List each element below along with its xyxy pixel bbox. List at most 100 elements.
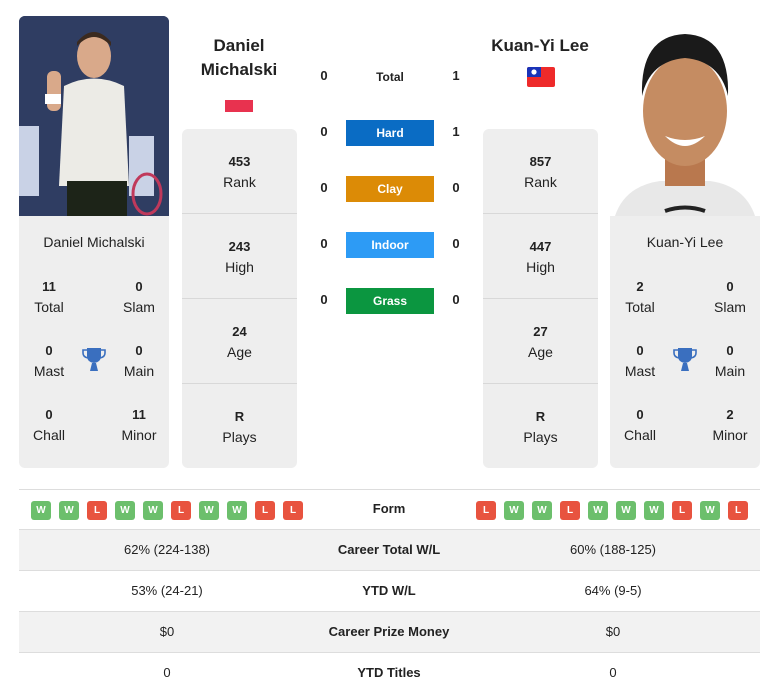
form-badge-win[interactable]: W: [532, 501, 552, 520]
flag-taiwan-icon: [527, 67, 555, 87]
comparison-left-value: 0: [163, 665, 171, 680]
stat-rank-label: Rank: [524, 174, 557, 190]
h2h-surface-grass[interactable]: Grass: [346, 288, 434, 314]
titles-mast-value: 0: [45, 343, 53, 358]
player-photo-left-image: [19, 16, 169, 216]
comparison-right-value: $0: [605, 624, 621, 639]
comparison-left-value: $0: [159, 624, 175, 639]
stat-plays-left: R Plays: [182, 384, 297, 469]
comparison-row-ytd-titles: 0 YTD Titles 0: [19, 653, 760, 694]
player-photo-right-image: [610, 16, 760, 216]
stat-age-value: 27: [533, 324, 548, 339]
comparison-label: YTD W/L: [362, 583, 416, 598]
comparison-left-value: 53% (24-21): [131, 583, 203, 598]
form-badge-win[interactable]: W: [199, 501, 219, 520]
titles-chall-label: Chall: [33, 427, 65, 443]
form-badge-win[interactable]: W: [143, 501, 163, 520]
form-badge-loss[interactable]: L: [87, 501, 107, 520]
h2h-surface-total: Total: [376, 70, 404, 84]
h2h-left-count: 0: [320, 292, 328, 307]
h2h-right-count: 1: [452, 68, 460, 83]
titles-chall-right: 0 Chall: [610, 405, 670, 445]
trophy-icon: [673, 348, 697, 371]
form-badge-loss[interactable]: L: [728, 501, 748, 520]
form-badge-win[interactable]: W: [700, 501, 720, 520]
h2h-left-count: 0: [320, 68, 328, 83]
titles-mast-label: Mast: [33, 363, 65, 379]
titles-main-right: 0 Main: [700, 341, 760, 381]
player-name-left-line1: Daniel: [213, 36, 265, 55]
titles-total-value: 11: [42, 279, 56, 294]
stat-plays-value: R: [234, 409, 245, 424]
form-badge-win[interactable]: W: [644, 501, 664, 520]
titles-minor-label: Minor: [121, 427, 157, 443]
comparison-row-ytd-wl: 53% (24-21) YTD W/L 64% (9-5): [19, 571, 760, 612]
stat-rank-right: 857 Rank: [483, 129, 598, 214]
h2h-right-count: 0: [452, 180, 460, 195]
player-name-left[interactable]: Daniel Michalski: [175, 34, 303, 82]
form-row: WWLWWLWWLL Form LWWLWWWLWL: [19, 489, 760, 530]
h2h-row-total: 0 Total 1: [310, 64, 470, 90]
form-badge-loss[interactable]: L: [171, 501, 191, 520]
h2h-left-count: 0: [320, 180, 328, 195]
comparison-row-prize-money: $0 Career Prize Money $0: [19, 612, 760, 653]
titles-total-label: Total: [625, 299, 655, 315]
form-badge-win[interactable]: W: [31, 501, 51, 520]
titles-mast-label: Mast: [624, 363, 656, 379]
titles-minor-value: 11: [132, 407, 146, 422]
player-name-small-left: Daniel Michalski: [43, 234, 145, 250]
titles-mast-right: 0 Mast: [610, 341, 670, 381]
form-badge-win[interactable]: W: [616, 501, 636, 520]
stat-high-right: 447 High: [483, 214, 598, 299]
comparison-label: Career Total W/L: [337, 542, 441, 557]
titles-total-label: Total: [34, 299, 64, 315]
form-badge-win[interactable]: W: [504, 501, 524, 520]
player-name-small-right: Kuan-Yi Lee: [646, 234, 724, 250]
h2h-left-count: 0: [320, 124, 328, 139]
h2h-row-clay: 0 Clay 0: [310, 176, 470, 202]
stat-plays-right: R Plays: [483, 384, 598, 469]
comparison-row-career-wl: 62% (224-138) Career Total W/L 60% (188-…: [19, 530, 760, 571]
stat-age-left: 24 Age: [182, 299, 297, 384]
form-badge-loss[interactable]: L: [476, 501, 496, 520]
comparison-right-value: 60% (188-125): [570, 542, 656, 557]
h2h-surface-hard[interactable]: Hard: [346, 120, 434, 146]
form-badges-right: LWWLWWWLWL: [476, 501, 748, 520]
stats-card-left: 453 Rank 243 High 24 Age R Plays: [182, 129, 297, 468]
form-badge-win[interactable]: W: [59, 501, 79, 520]
form-badge-loss[interactable]: L: [672, 501, 692, 520]
stat-rank-label: Rank: [223, 174, 256, 190]
titles-slam-value: 0: [726, 279, 734, 294]
titles-total-right: 2 Total: [610, 277, 670, 317]
stat-high-value: 447: [529, 239, 552, 254]
form-badge-loss[interactable]: L: [283, 501, 303, 520]
titles-main-left: 0 Main: [109, 341, 169, 381]
form-badge-win[interactable]: W: [588, 501, 608, 520]
titles-total-value: 2: [636, 279, 644, 294]
form-badge-win[interactable]: W: [115, 501, 135, 520]
h2h-surface-indoor[interactable]: Indoor: [346, 232, 434, 258]
form-label: Form: [372, 501, 406, 516]
titles-minor-right: 2 Minor: [700, 405, 760, 445]
form-badge-loss[interactable]: L: [560, 501, 580, 520]
titles-minor-label: Minor: [712, 427, 748, 443]
stat-high-label: High: [526, 259, 555, 275]
titles-mast-value: 0: [636, 343, 644, 358]
titles-chall-value: 0: [636, 407, 644, 422]
form-badge-loss[interactable]: L: [255, 501, 275, 520]
form-badge-win[interactable]: W: [227, 501, 247, 520]
titles-card-right: Kuan-Yi Lee 2 Total 0 Slam 0 Mast 0 Main…: [610, 216, 760, 468]
stat-high-left: 243 High: [182, 214, 297, 299]
titles-slam-label: Slam: [714, 299, 746, 315]
stat-rank-value: 857: [529, 154, 552, 169]
titles-main-label: Main: [123, 363, 155, 379]
h2h-right-count: 0: [452, 236, 460, 251]
comparison-right-value: 64% (9-5): [584, 583, 642, 598]
player-name-left-line2: Michalski: [200, 60, 278, 79]
h2h-surface-clay[interactable]: Clay: [346, 176, 434, 202]
titles-total-left: 11 Total: [19, 277, 79, 317]
h2h-left-count: 0: [320, 236, 328, 251]
stat-age-label: Age: [528, 344, 553, 360]
player-name-right[interactable]: Kuan-Yi Lee: [470, 34, 610, 58]
titles-slam-right: 0 Slam: [700, 277, 760, 317]
